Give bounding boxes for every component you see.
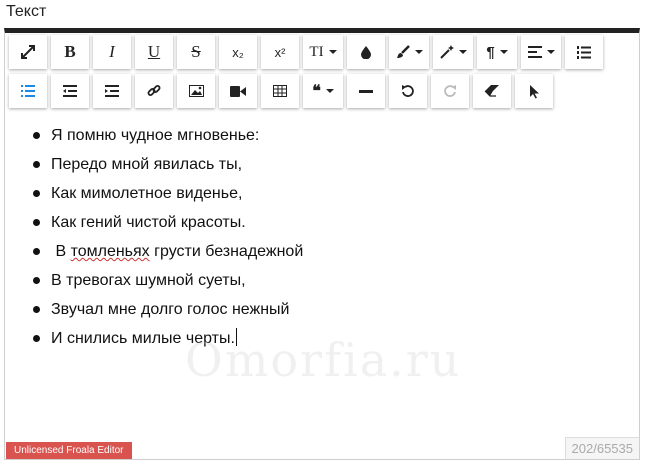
redo-button[interactable]: [431, 74, 469, 108]
unordered-list-icon: [21, 85, 35, 97]
list-item[interactable]: Как гений чистой красоты.: [31, 208, 639, 237]
insert-link-button[interactable]: [135, 74, 173, 108]
select-all-button[interactable]: [515, 74, 553, 108]
quote-icon: ❝: [312, 83, 321, 100]
align-dropdown[interactable]: [521, 35, 561, 69]
toolbar-row-1: B I U S x₂ x² TI ¶: [9, 35, 607, 69]
paragraph-icon: ¶: [486, 43, 495, 61]
chevron-down-icon: [458, 50, 467, 54]
undo-icon: [402, 85, 414, 97]
chevron-down-icon: [499, 50, 508, 54]
outdent-button[interactable]: [51, 74, 89, 108]
cursor-icon: [529, 84, 539, 98]
watermark: Omorfia.ru: [185, 333, 462, 387]
clear-formatting-button[interactable]: [473, 74, 511, 108]
superscript-button[interactable]: x²: [261, 35, 299, 69]
char-counter: 202/65535: [564, 437, 639, 459]
list-item[interactable]: В томленьях грусти безнадежной: [31, 237, 639, 266]
color-button[interactable]: [347, 35, 385, 69]
field-label: Текст: [6, 3, 47, 20]
link-icon: [147, 85, 161, 96]
paint-style-dropdown[interactable]: [389, 35, 429, 69]
insert-table-button[interactable]: [261, 74, 299, 108]
chevron-down-icon: [414, 50, 423, 54]
undo-button[interactable]: [389, 74, 427, 108]
chevron-down-icon: [546, 50, 555, 54]
ordered-list-icon: [577, 45, 591, 59]
align-left-icon: [527, 46, 542, 58]
license-badge[interactable]: Unlicensed Froala Editor: [6, 442, 132, 459]
horizontal-rule-icon: [359, 89, 373, 93]
droplet-icon: [361, 46, 371, 59]
strikethrough-button[interactable]: S: [177, 35, 215, 69]
editor-content[interactable]: Я помню чудное мгновенье: Передо мной яв…: [5, 121, 639, 353]
indent-button[interactable]: [93, 74, 131, 108]
indent-icon: [105, 85, 119, 97]
magic-dropdown[interactable]: [433, 35, 473, 69]
insert-video-button[interactable]: [219, 74, 257, 108]
ordered-list-button[interactable]: [565, 35, 603, 69]
list-item[interactable]: Передо мной явилась ты,: [31, 150, 639, 179]
magic-wand-icon: [439, 45, 454, 59]
font-size-icon: TI: [309, 43, 324, 60]
image-icon: [188, 85, 204, 97]
outdent-icon: [63, 85, 77, 97]
list-item[interactable]: В тревогах шумной суеты,: [31, 266, 639, 295]
rich-text-editor[interactable]: B I U S x₂ x² TI ¶ ❝ Я помню чудное мгно…: [4, 28, 640, 460]
font-size-dropdown[interactable]: TI: [303, 35, 343, 69]
table-icon: [273, 85, 287, 97]
unordered-list-button[interactable]: [9, 74, 47, 108]
editor-toolbar: B I U S x₂ x² TI ¶ ❝: [5, 33, 639, 111]
italic-button[interactable]: I: [93, 35, 131, 69]
underline-button[interactable]: U: [135, 35, 173, 69]
expand-icon: [21, 45, 35, 59]
list-item[interactable]: Как мимолетное виденье,: [31, 179, 639, 208]
insert-hr-button[interactable]: [347, 74, 385, 108]
toolbar-row-2: ❝: [9, 74, 557, 108]
list-item[interactable]: Звучал мне долго голос нежный: [31, 295, 639, 324]
bold-button[interactable]: B: [51, 35, 89, 69]
subscript-button[interactable]: x₂: [219, 35, 257, 69]
redo-icon: [444, 85, 456, 97]
brush-icon: [396, 45, 410, 58]
chevron-down-icon: [325, 89, 334, 93]
spellcheck-word: томленьях: [70, 243, 150, 260]
chevron-down-icon: [328, 50, 337, 54]
paragraph-format-dropdown[interactable]: ¶: [477, 35, 517, 69]
fullscreen-button[interactable]: [9, 35, 47, 69]
quote-dropdown[interactable]: ❝: [303, 74, 343, 108]
bulleted-list: Я помню чудное мгновенье: Передо мной яв…: [5, 121, 639, 353]
eraser-icon: [484, 85, 499, 97]
insert-image-button[interactable]: [177, 74, 215, 108]
list-item[interactable]: Я помню чудное мгновенье:: [31, 121, 639, 150]
video-camera-icon: [230, 85, 246, 97]
